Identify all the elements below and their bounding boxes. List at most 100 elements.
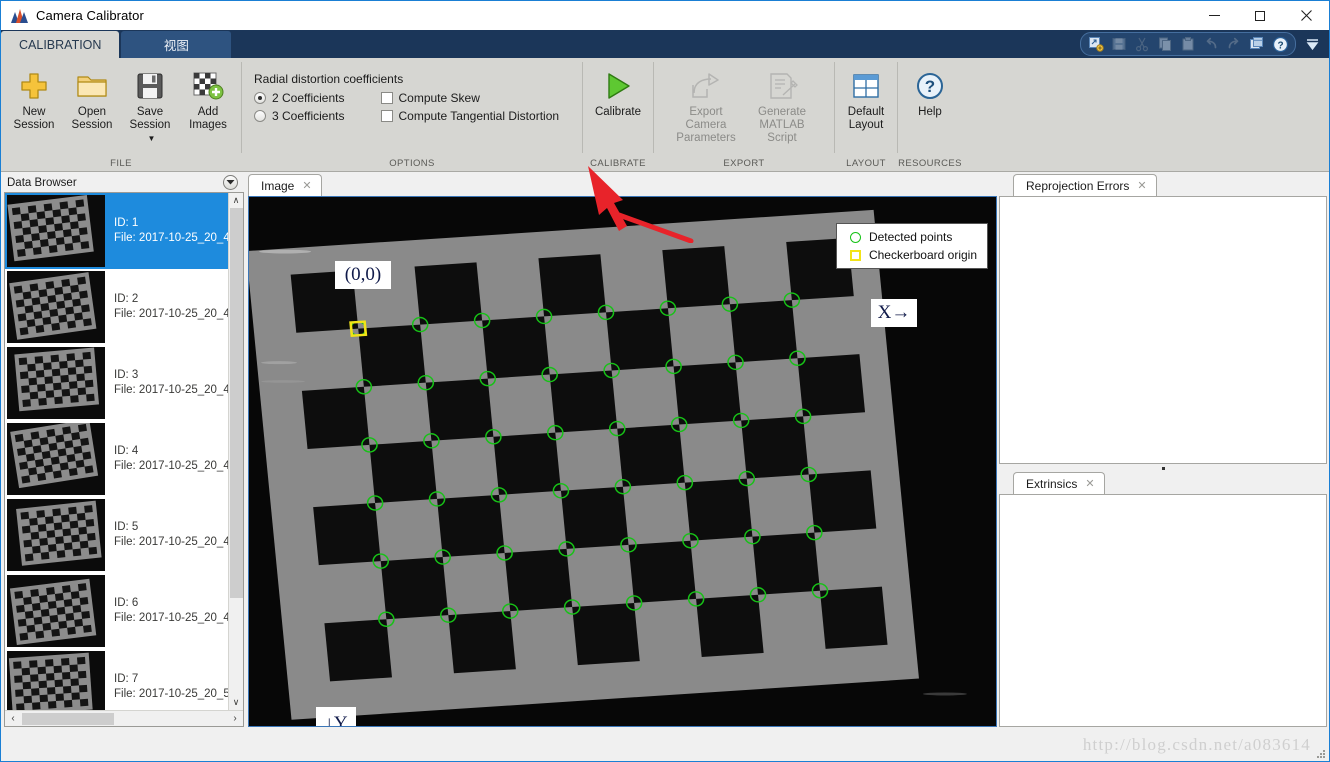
export-icon [689,68,723,104]
list-item-text: ID: 7 File: 2017-10-25_20_5 [114,672,228,702]
chevron-down-circle-icon[interactable] [223,175,238,190]
layout-icon[interactable] [1246,34,1268,54]
close-icon[interactable]: ✕ [1137,179,1146,192]
plus-icon [18,68,50,104]
thumbnail-image [5,193,107,269]
vscroll-thumb[interactable] [229,208,243,598]
list-item[interactable]: ID: 3 File: 2017-10-25_20_4 [5,345,228,421]
tab-view[interactable]: 视图 [121,31,232,58]
image-tab-bar: Image ✕ [248,174,997,196]
radio-3-coefficients-label: 3 Coefficients [272,109,345,123]
resize-grip[interactable] [1316,749,1326,759]
tab-reprojection-errors-label: Reprojection Errors [1026,178,1130,193]
reprojection-errors-body [999,196,1327,464]
add-images-line1: Add [197,106,219,118]
save-session-button[interactable]: Save Session ▼ [121,64,179,145]
radio-3-coefficients[interactable]: 3 Coefficients [254,109,345,123]
generate-matlab-script-line1: Generate [758,106,806,118]
export-camera-parameters-button[interactable]: Export Camera Parameters [668,64,744,145]
list-item-text: ID: 5 File: 2017-10-25_20_4 [114,520,228,550]
tab-calibration[interactable]: CALIBRATION [1,31,120,58]
thumbnail-list[interactable]: ID: 1 File: 2017-10-25_20_4 ID: 2 File: 20… [5,193,228,710]
close-icon[interactable]: ✕ [302,179,311,192]
ribbon-group-file-label: FILE [110,158,132,169]
redo-icon[interactable] [1223,34,1245,54]
scroll-down-button[interactable]: ∨ [229,695,244,710]
data-browser-vscrollbar[interactable]: ∧ ∨ [228,193,243,710]
list-item-id: ID: 3 [114,369,139,381]
help-icon[interactable]: ? [1269,34,1291,54]
generate-matlab-script-button[interactable]: Generate MATLAB Script [744,64,820,145]
export-figure-icon[interactable] [1085,34,1107,54]
default-layout-button[interactable]: Default Layout [839,64,893,132]
scroll-right-button[interactable]: › [227,711,243,726]
ribbon-group-export: Export Camera Parameters Generate MATLAB S… [654,58,834,171]
list-item-id: ID: 1 [114,217,139,229]
tab-image[interactable]: Image ✕ [248,174,322,196]
list-item[interactable]: ID: 5 File: 2017-10-25_20_4 [5,497,228,573]
work-area: Data Browser ID: 1 File: 2017-10-25_20_4 … [1,172,1329,729]
maximize-icon [1255,10,1265,21]
play-icon [601,68,635,104]
list-item-file: File: 2017-10-25_20_4 [114,308,228,320]
undo-icon[interactable] [1200,34,1222,54]
copy-icon[interactable] [1154,34,1176,54]
ribbon-group-resources-label: RESOURCES [898,158,962,169]
checkbox-compute-skew[interactable]: Compute Skew [380,91,560,105]
list-item-file: File: 2017-10-25_20_4 [114,460,228,472]
radio-2-coefficients[interactable]: 2 Coefficients [254,91,345,105]
chevron-down-icon[interactable]: ▼ [148,134,156,143]
new-session-button[interactable]: New Session [5,64,63,132]
help-button[interactable]: ? Help [902,64,958,119]
add-images-button[interactable]: Add Images [179,64,237,132]
maximize-button[interactable] [1237,1,1283,30]
save-icon[interactable] [1108,34,1130,54]
window-controls [1191,1,1329,30]
ribbon: NewSession OpenSession Save Session ▼ [1,58,1329,243]
question-icon: ? [914,68,946,104]
scroll-up-button[interactable]: ∧ [229,193,244,208]
radio-2-coefficients-label: 2 Coefficients [272,91,345,105]
generate-matlab-script-line2: MATLAB Script [759,119,805,144]
panel-splitter[interactable] [999,464,1327,472]
tab-extrinsics[interactable]: Extrinsics ✕ [1013,472,1105,494]
default-layout-line2: Layout [848,119,884,131]
list-item[interactable]: ID: 6 File: 2017-10-25_20_4 [5,573,228,649]
thumbnail-image [7,575,105,647]
title-bar: Camera Calibrator [1,1,1329,30]
minimize-ribbon-icon[interactable] [1301,34,1323,54]
checkbox-compute-skew-icon [380,92,393,104]
list-item-file: File: 2017-10-25_20_4 [114,384,228,396]
quick-access-toolbar: ? [1080,32,1323,56]
close-button[interactable] [1283,1,1329,30]
list-item[interactable]: ID: 1 File: 2017-10-25_20_4 [5,193,228,269]
status-bar: http://blog.csdn.net/a083614 [1,729,1329,761]
open-session-button[interactable]: Open Session [63,64,121,132]
list-item[interactable]: ID: 2 File: 2017-10-25_20_4 [5,269,228,345]
checkbox-compute-tangential-distortion[interactable]: Compute Tangential Distortion [380,109,559,123]
image-canvas[interactable]: Detected points Checkerboard origin (0,0… [248,196,997,727]
close-icon[interactable]: ✕ [1085,477,1094,490]
watermark-text: http://blog.csdn.net/a083614 [1082,735,1311,754]
folder-icon [76,68,108,104]
y-axis-label: ↓Y [316,707,356,726]
hscroll-thumb[interactable] [22,712,114,725]
matlab-icon [10,7,28,25]
cut-icon[interactable] [1131,34,1153,54]
minimize-button[interactable] [1191,1,1237,30]
data-browser-hscrollbar[interactable]: ‹ › [5,710,243,726]
close-icon [1300,10,1312,21]
list-item[interactable]: ID: 4 File: 2017-10-25_20_4 [5,421,228,497]
ribbon-group-calibrate-label: CALIBRATE [590,158,646,169]
list-item-id: ID: 4 [114,445,139,457]
square-icon [843,249,869,261]
calibrate-button[interactable]: Calibrate [589,64,647,119]
image-panel: Image ✕ Detected points Checkerboard ori… [246,172,999,729]
tab-reprojection-errors[interactable]: Reprojection Errors ✕ [1013,174,1157,196]
paste-icon[interactable] [1177,34,1199,54]
export-camera-parameters-line1: Export Camera [685,106,727,131]
scroll-left-button[interactable]: ‹ [5,711,21,726]
list-item[interactable]: ID: 7 File: 2017-10-25_20_5 [5,649,228,710]
radio-2-coefficients-icon [254,92,266,104]
ribbon-group-file: NewSession OpenSession Save Session ▼ [1,58,241,171]
